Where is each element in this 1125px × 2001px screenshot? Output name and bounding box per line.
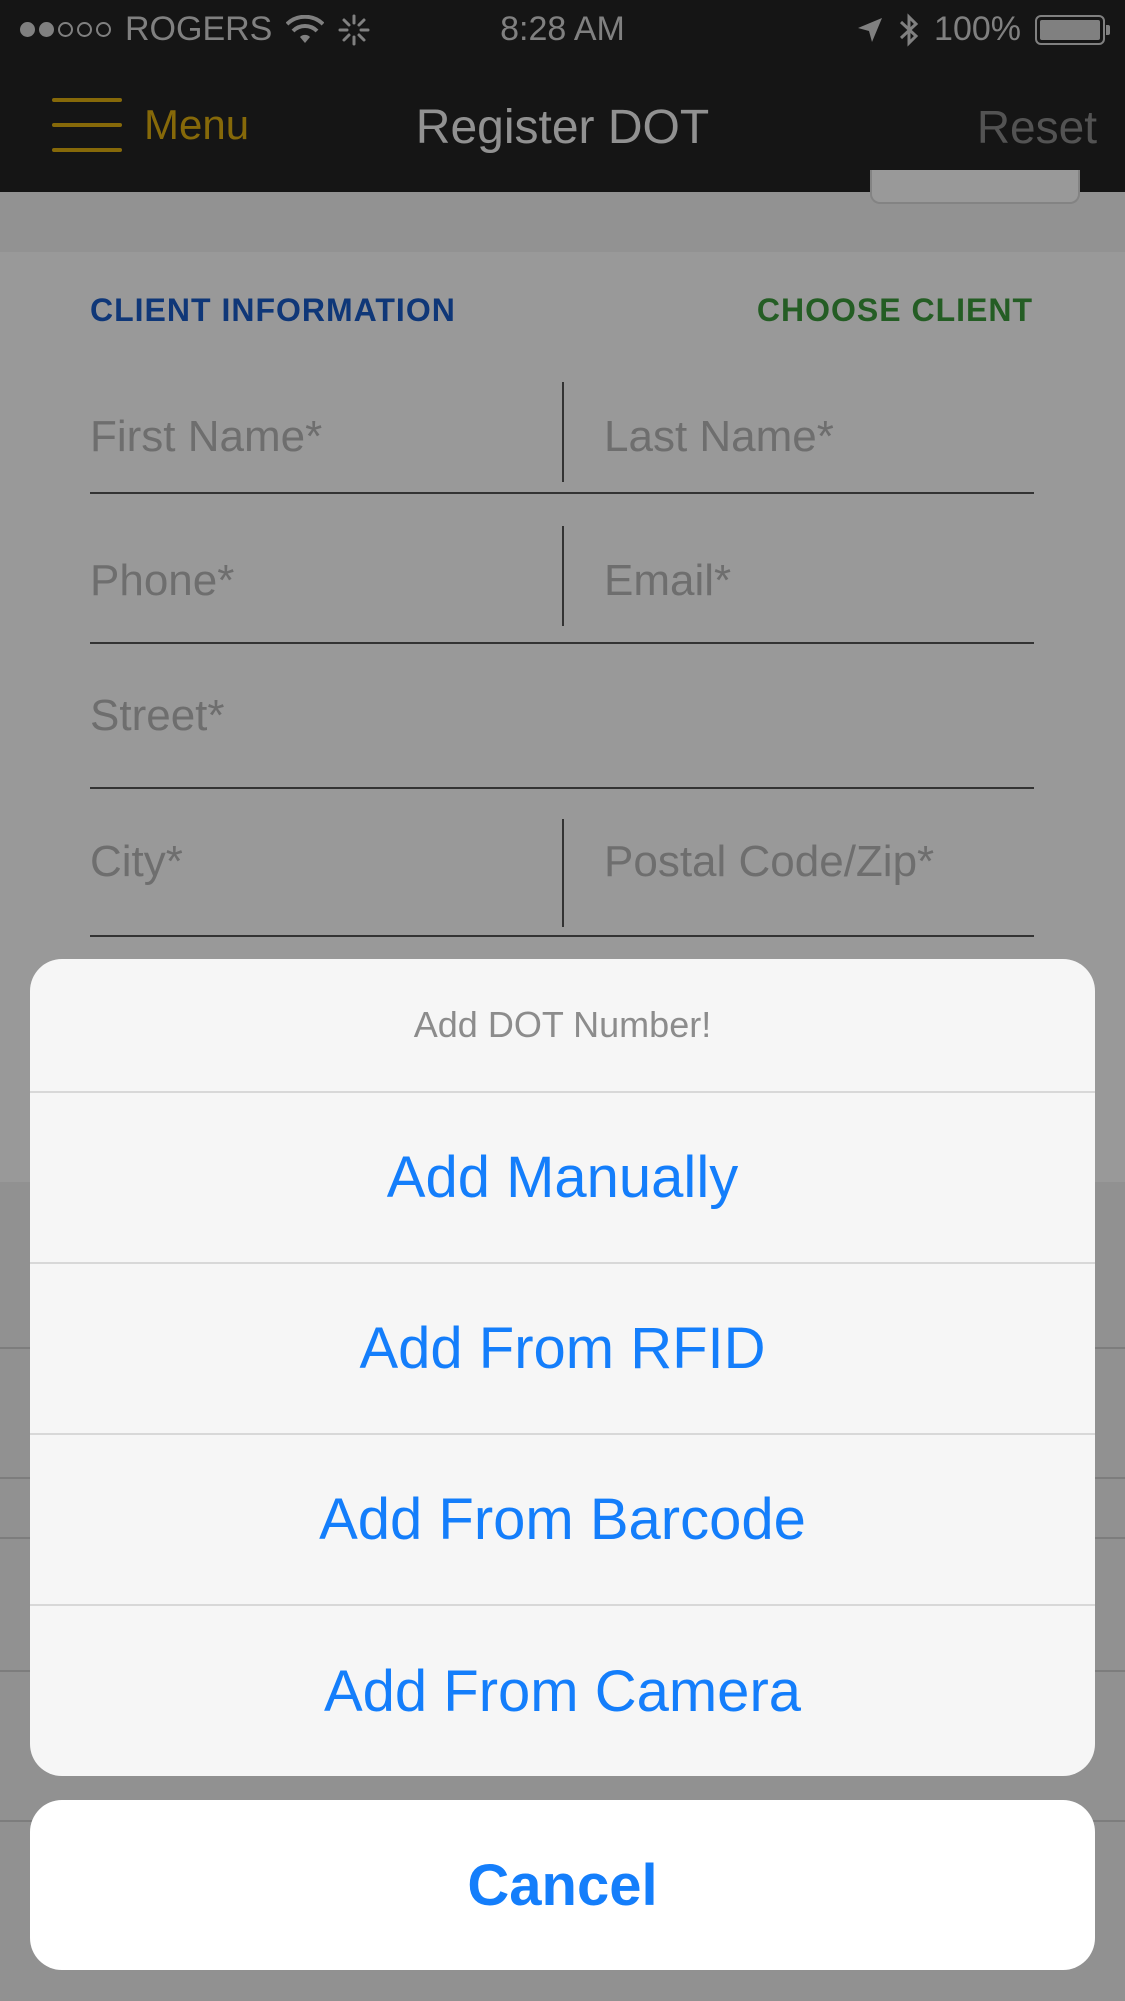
add-from-barcode-button[interactable]: Add From Barcode [30, 1435, 1095, 1606]
action-sheet: Add DOT Number! Add Manually Add From RF… [30, 959, 1095, 1776]
add-manually-button[interactable]: Add Manually [30, 1093, 1095, 1264]
add-from-camera-button[interactable]: Add From Camera [30, 1606, 1095, 1776]
action-sheet-title: Add DOT Number! [30, 959, 1095, 1093]
add-from-rfid-button[interactable]: Add From RFID [30, 1264, 1095, 1435]
cancel-button[interactable]: Cancel [30, 1800, 1095, 1970]
